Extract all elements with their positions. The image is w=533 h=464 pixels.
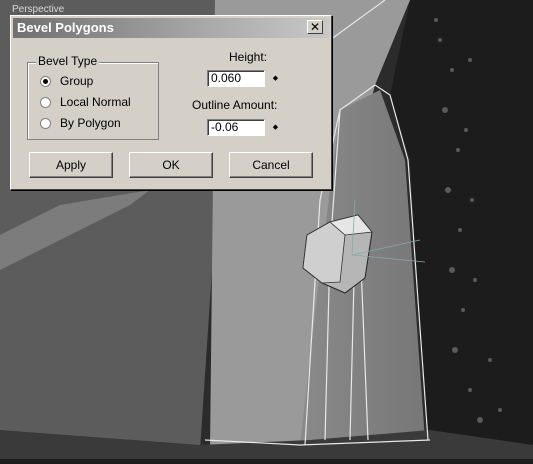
radio-local-normal-label: Local Normal — [60, 95, 131, 109]
radio-group-label: Group — [60, 74, 94, 88]
outline-amount-input[interactable]: -0.06 — [207, 118, 265, 136]
radio-local-normal[interactable]: Local Normal — [40, 93, 131, 111]
outline-amount-spinner: -0.06 ◆ — [207, 118, 280, 136]
height-label: Height: — [229, 50, 268, 64]
height-spinner: 0.060 ◆ — [207, 69, 280, 87]
radio-group[interactable]: Group — [40, 72, 93, 90]
cancel-button-label: Cancel — [252, 158, 290, 172]
radio-group-indicator[interactable] — [40, 75, 51, 87]
radio-local-normal-indicator[interactable] — [40, 96, 51, 108]
cancel-button[interactable]: Cancel — [229, 152, 313, 178]
radio-by-polygon-label: By Polygon — [60, 116, 121, 130]
viewport-label[interactable]: Perspective — [12, 4, 64, 15]
dialog-title: Bevel Polygons — [17, 20, 114, 35]
apply-button-label: Apply — [55, 158, 87, 172]
bevel-type-legend: Bevel Type — [36, 54, 100, 68]
height-spinner-arrows-icon[interactable]: ◆ — [271, 70, 280, 86]
close-button[interactable]: ✕ — [307, 20, 323, 34]
radio-by-polygon-indicator[interactable] — [40, 117, 51, 129]
outline-amount-label: Outline Amount: — [192, 98, 278, 112]
outline-amount-spinner-arrows-icon[interactable]: ◆ — [271, 119, 280, 135]
bevel-type-group: Bevel Type Group Local Normal By Polygon — [27, 54, 159, 140]
radio-by-polygon[interactable]: By Polygon — [40, 114, 121, 132]
height-input[interactable]: 0.060 — [207, 69, 265, 87]
ok-button-label: OK — [162, 158, 180, 172]
apply-button[interactable]: Apply — [29, 152, 113, 178]
dialog-titlebar[interactable]: Bevel Polygons ✕ — [13, 18, 329, 38]
close-icon: ✕ — [309, 20, 321, 34]
ok-button[interactable]: OK — [129, 152, 213, 178]
bevel-polygons-dialog: Bevel Polygons ✕ Bevel Type Group Local … — [10, 15, 332, 190]
